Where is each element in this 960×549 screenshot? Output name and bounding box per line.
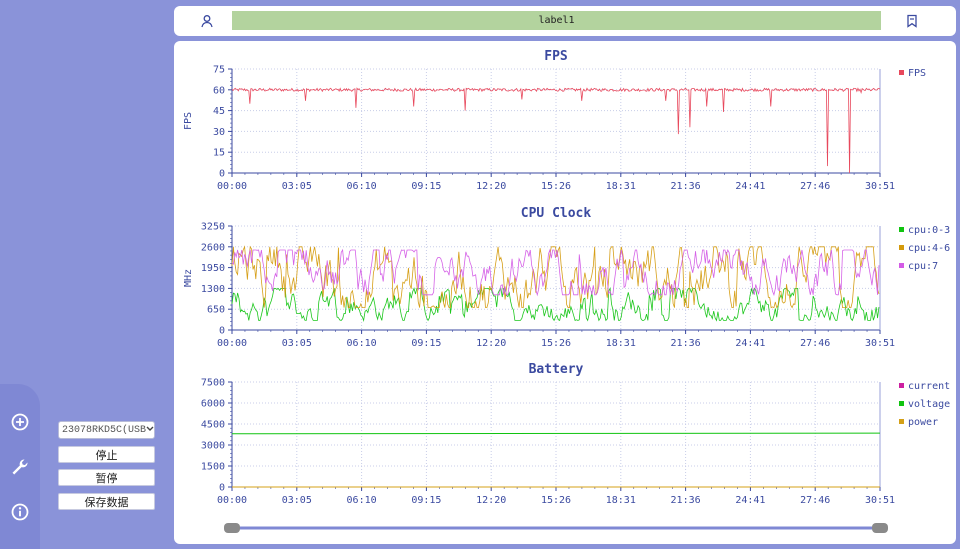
x-tick-label: 00:00 (217, 338, 247, 349)
time-range-slider (224, 523, 888, 533)
x-tick-label: 27:46 (800, 495, 830, 506)
label1-bar: label1 (232, 11, 881, 30)
x-tick-label: 00:00 (217, 181, 247, 192)
x-tick-label: 21:36 (671, 181, 701, 192)
y-tick-label: 2600 (201, 242, 225, 253)
y-tick-label: 7500 (201, 378, 225, 389)
legend-label: current (908, 381, 950, 392)
x-tick-label: 15:26 (541, 495, 571, 506)
device-select[interactable]: 23078RKD5C(USB (58, 421, 155, 439)
plus-circle-icon[interactable] (9, 411, 31, 433)
x-tick-label: 12:20 (476, 338, 506, 349)
x-tick-label: 09:15 (411, 181, 441, 192)
x-tick-label: 12:20 (476, 495, 506, 506)
chart-battery: Battery 0 1500 3000 4500 6000 7500 00:00 03:05 06… (201, 362, 950, 506)
x-tick-label: 00:00 (217, 495, 247, 506)
y-tick-label: 1950 (201, 263, 225, 274)
stop-button[interactable]: 停止 (58, 446, 155, 463)
x-tick-label: 21:36 (671, 495, 701, 506)
x-tick-label: 18:31 (606, 338, 636, 349)
legend-swatch (899, 227, 904, 232)
save-data-button[interactable]: 保存数据 (58, 493, 155, 510)
x-tick-label: 24:41 (735, 338, 765, 349)
y-tick-label: 60 (213, 85, 225, 96)
user-icon[interactable] (199, 13, 215, 29)
x-tick-label: 15:26 (541, 181, 571, 192)
x-tick-label: 06:10 (347, 338, 377, 349)
x-tick-label: 27:46 (800, 338, 830, 349)
x-tick-label: 30:51 (865, 338, 895, 349)
device-select-value: 23078RKD5C(USB (62, 424, 147, 436)
y-axis-label: FPS (183, 112, 194, 130)
y-tick-label: 1300 (201, 284, 225, 295)
legend-label: FPS (908, 68, 926, 79)
x-tick-label: 30:51 (865, 495, 895, 506)
x-tick-label: 18:31 (606, 495, 636, 506)
chart-title: FPS (544, 49, 568, 64)
y-tick-label: 3250 (201, 222, 225, 233)
chevron-down-icon (146, 425, 154, 436)
legend-swatch (899, 70, 904, 75)
legend-swatch (899, 263, 904, 268)
chart-cpu-clock: CPU Clock 0 650 1300 1950 2600 3250 00:00 03:05 0… (183, 206, 950, 349)
legend-swatch (899, 419, 904, 424)
chart-title: CPU Clock (521, 206, 592, 221)
y-tick-label: 4500 (201, 420, 225, 431)
chart-title: Battery (529, 362, 584, 377)
legend-label: cpu:7 (908, 261, 938, 272)
x-tick-label: 06:10 (347, 181, 377, 192)
y-tick-label: 75 (213, 65, 225, 76)
x-tick-label: 27:46 (800, 181, 830, 192)
y-tick-label: 0 (219, 169, 225, 180)
charts-panel: FPS 0 15 30 45 60 75 00:00 03:05 06:10 09:15 12:20 1… (174, 41, 956, 544)
y-tick-label: 0 (219, 326, 225, 337)
y-tick-label: 45 (213, 106, 225, 117)
legend-label: voltage (908, 399, 950, 410)
x-tick-label: 03:05 (282, 338, 312, 349)
x-tick-label: 12:20 (476, 181, 506, 192)
slider-handle-left[interactable] (224, 523, 240, 533)
slider-handle-right[interactable] (872, 523, 888, 533)
x-tick-label: 24:41 (735, 181, 765, 192)
y-tick-label: 15 (213, 148, 225, 159)
x-tick-label: 18:31 (606, 181, 636, 192)
info-icon[interactable] (9, 501, 31, 523)
x-tick-label: 21:36 (671, 338, 701, 349)
legend-swatch (899, 383, 904, 388)
series-line-cpu-0-3 (231, 286, 880, 322)
x-tick-label: 30:51 (865, 181, 895, 192)
legend-swatch (899, 245, 904, 250)
legend-label: cpu:0-3 (908, 225, 950, 236)
chart-fps: FPS 0 15 30 45 60 75 00:00 03:05 06:10 09:15 12:20 1… (183, 49, 926, 192)
x-tick-label: 09:15 (411, 338, 441, 349)
y-tick-label: 3000 (201, 441, 225, 452)
y-tick-label: 650 (207, 305, 225, 316)
series-line-voltage (231, 432, 881, 435)
y-tick-label: 6000 (201, 399, 225, 410)
legend-label: cpu:4-6 (908, 243, 950, 254)
x-tick-label: 15:26 (541, 338, 571, 349)
pause-button[interactable]: 暂停 (58, 469, 155, 486)
charts-svg: FPS 0 15 30 45 60 75 00:00 03:05 06:10 09:15 12:20 1… (183, 49, 950, 533)
y-tick-label: 30 (213, 127, 225, 138)
y-tick-label: 0 (219, 483, 225, 494)
wrench-icon[interactable] (9, 456, 31, 478)
top-bar: label1 (174, 6, 956, 36)
y-axis-label: MHz (183, 269, 194, 287)
left-rail (0, 384, 40, 549)
x-tick-label: 03:05 (282, 181, 312, 192)
bookmark-icon[interactable] (904, 13, 920, 29)
x-tick-label: 09:15 (411, 495, 441, 506)
legend-label: power (908, 417, 938, 428)
x-tick-label: 06:10 (347, 495, 377, 506)
legend-swatch (899, 401, 904, 406)
series-line-fps (231, 87, 881, 174)
x-tick-label: 03:05 (282, 495, 312, 506)
x-tick-label: 24:41 (735, 495, 765, 506)
y-tick-label: 1500 (201, 462, 225, 473)
